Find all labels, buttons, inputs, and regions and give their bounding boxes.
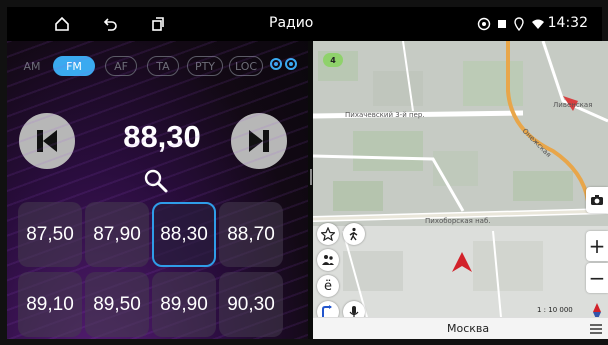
street-label: Ливенская: [553, 101, 593, 109]
ta-toggle[interactable]: TA: [147, 56, 179, 76]
navigation-map[interactable]: 4 Пихачевский 3-й пер. Пихоборская наб. …: [313, 41, 608, 339]
sim-icon: [495, 16, 509, 30]
loc-toggle[interactable]: LOC: [229, 56, 263, 76]
next-station-button[interactable]: [231, 113, 287, 169]
home-icon[interactable]: [53, 15, 71, 33]
location-icon: [512, 16, 526, 32]
position-marker: [452, 252, 472, 272]
preset-button[interactable]: 89,50: [85, 272, 149, 337]
street-label: Пихачевский 3-й пер.: [345, 111, 425, 119]
preset-button[interactable]: 89,90: [152, 272, 216, 337]
preset-button[interactable]: 88,70: [219, 202, 283, 267]
zoom-in-button[interactable]: +: [586, 231, 608, 261]
radio-panel: AM FM AF TA PTY LOC 88,30 87,50 87,90 88…: [7, 41, 308, 339]
map-scale: 1 : 10 000: [537, 306, 573, 314]
camera-button[interactable]: [586, 187, 608, 213]
skip-forward-icon: [249, 130, 269, 152]
current-city: Москва: [447, 322, 490, 335]
street-label: Пихоборская наб.: [425, 217, 491, 225]
map-bottom-bar: 1 : 10 000 Москва: [313, 306, 608, 339]
zoom-out-button[interactable]: −: [586, 263, 608, 293]
zoom-out-icon: −: [588, 266, 606, 290]
preset-button[interactable]: 89,10: [18, 272, 82, 337]
camera-icon: [591, 195, 603, 205]
group-button[interactable]: [317, 249, 339, 271]
pty-toggle[interactable]: PTY: [187, 56, 223, 76]
app-title: Радио: [269, 15, 314, 31]
gps-icon: [477, 16, 491, 31]
band-am[interactable]: AM: [15, 56, 49, 76]
star-icon: [321, 227, 335, 241]
back-icon[interactable]: [101, 15, 119, 33]
wifi-icon: [531, 16, 545, 30]
preset-button[interactable]: 90,30: [219, 272, 283, 337]
yo-icon: ё: [324, 278, 332, 294]
zoom-in-icon: +: [588, 234, 606, 258]
previous-station-button[interactable]: [19, 113, 75, 169]
preset-button-selected[interactable]: 88,30: [152, 202, 216, 267]
map-canvas: [313, 41, 608, 339]
skip-back-icon: [37, 130, 57, 152]
af-toggle[interactable]: AF: [105, 56, 137, 76]
menu-icon[interactable]: [590, 323, 602, 335]
stereo-icon: [285, 58, 297, 70]
walker-button[interactable]: [343, 223, 365, 245]
yo-button[interactable]: ё: [317, 275, 339, 297]
walker-icon: [349, 227, 358, 241]
favorites-button[interactable]: [317, 223, 339, 245]
route-badge: 4: [323, 53, 343, 67]
recent-apps-icon[interactable]: [149, 15, 167, 33]
status-bar: Радио 14:32: [7, 7, 602, 41]
group-icon: [322, 255, 334, 265]
stereo-icon: [270, 58, 282, 70]
current-frequency: 88,30: [123, 119, 201, 154]
search-icon[interactable]: [143, 168, 169, 194]
preset-button[interactable]: 87,90: [85, 202, 149, 267]
preset-button[interactable]: 87,50: [18, 202, 82, 267]
band-fm[interactable]: FM: [53, 56, 95, 76]
clock: 14:32: [547, 15, 588, 31]
